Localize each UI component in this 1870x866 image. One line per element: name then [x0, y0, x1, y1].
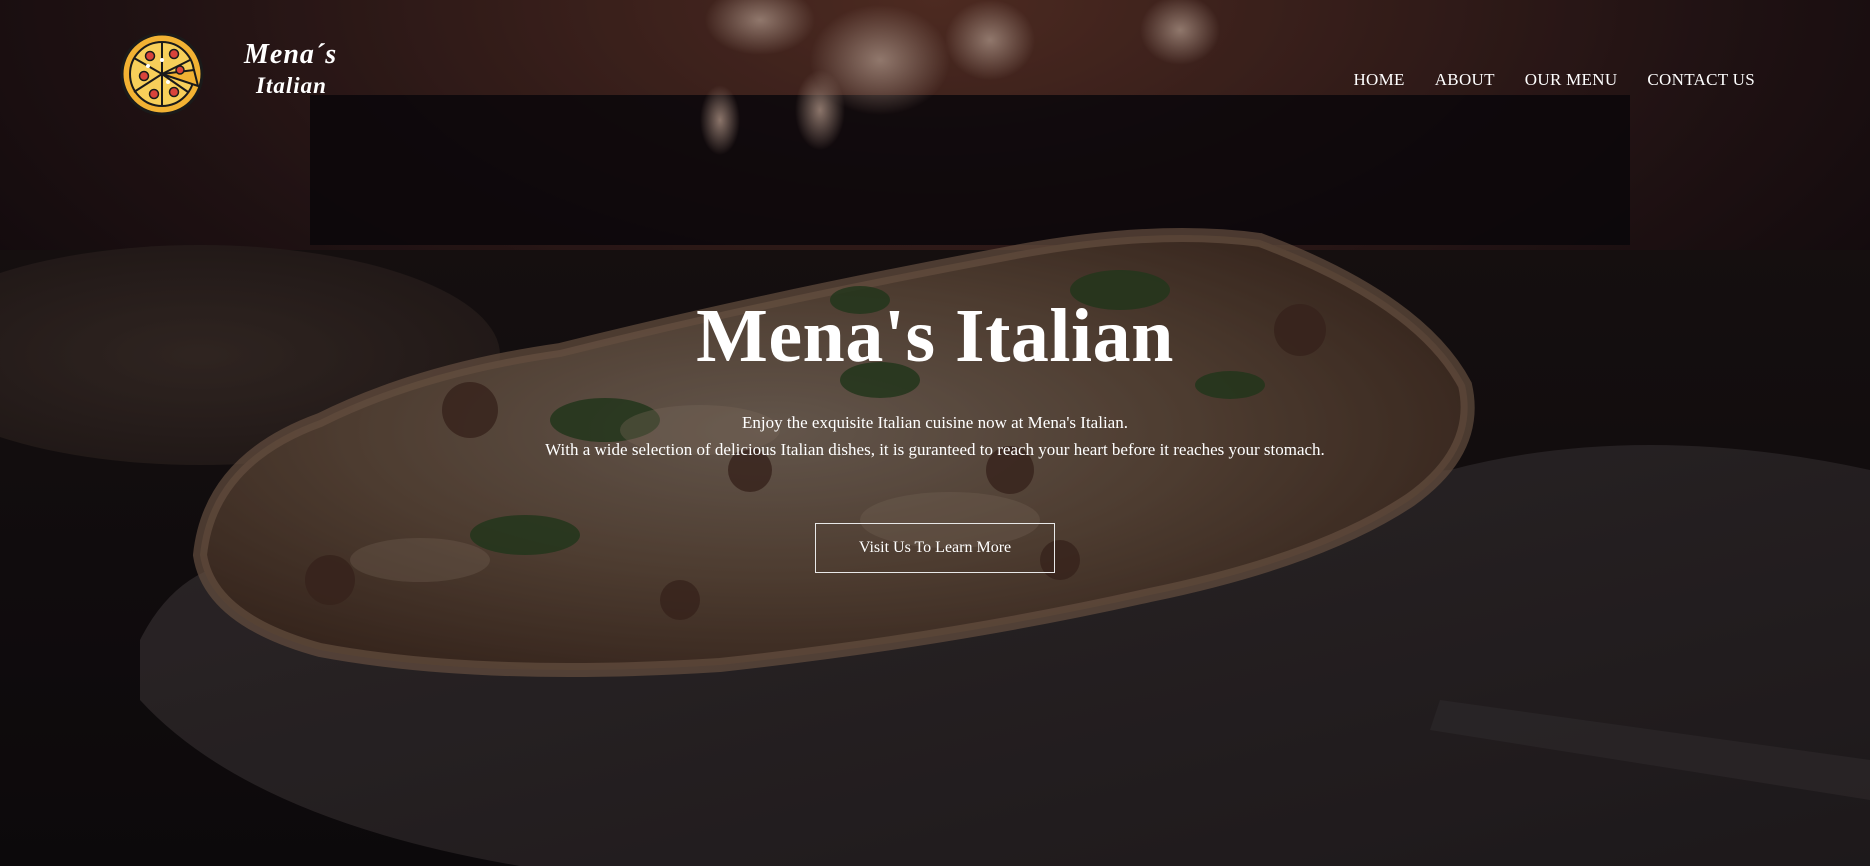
main-nav: HOME ABOUT OUR MENU CONTACT US [1353, 70, 1755, 90]
hero-section: Mena´s Italian HOME ABOUT OUR MENU CONTA… [0, 0, 1870, 866]
nav-item-home[interactable]: HOME [1353, 70, 1404, 90]
hero-subtitle-line1: Enjoy the exquisite Italian cuisine now … [742, 413, 1128, 432]
nav-item-contact-us[interactable]: CONTACT US [1647, 70, 1755, 90]
hero-title: Mena's Italian [696, 294, 1174, 378]
hero-subtitle-line2: With a wide selection of delicious Itali… [545, 440, 1325, 459]
pizza-icon [120, 32, 204, 116]
visit-us-button[interactable]: Visit Us To Learn More [815, 523, 1055, 573]
brand-name-line1: Mena´s [244, 39, 338, 70]
brand-logo[interactable]: Mena´s Italian [118, 30, 348, 120]
hero-subtitle: Enjoy the exquisite Italian cuisine now … [0, 409, 1870, 463]
brand-wordmark: Mena´s Italian [244, 38, 354, 100]
nav-item-about[interactable]: ABOUT [1435, 70, 1495, 90]
brand-name-line2: Italian [256, 73, 327, 98]
nav-item-our-menu[interactable]: OUR MENU [1525, 70, 1618, 90]
